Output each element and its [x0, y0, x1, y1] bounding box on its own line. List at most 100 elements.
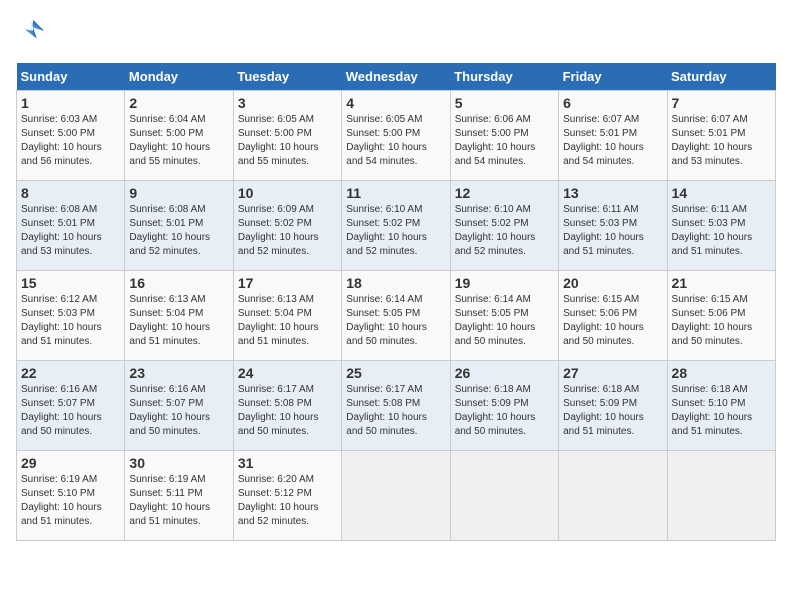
calendar-cell: 17 Sunrise: 6:13 AM Sunset: 5:04 PM Dayl… [233, 271, 341, 361]
day-info: Sunrise: 6:04 AM Sunset: 5:00 PM Dayligh… [129, 113, 228, 169]
day-number: 26 [455, 365, 554, 381]
day-info: Sunrise: 6:16 AM Sunset: 5:07 PM Dayligh… [21, 383, 120, 439]
logo [16, 16, 48, 51]
day-info: Sunrise: 6:18 AM Sunset: 5:10 PM Dayligh… [672, 383, 771, 439]
day-number: 25 [346, 365, 445, 381]
day-info: Sunrise: 6:15 AM Sunset: 5:06 PM Dayligh… [672, 293, 771, 349]
weekday-header: Tuesday [233, 63, 341, 91]
weekday-header: Monday [125, 63, 233, 91]
calendar-cell: 20 Sunrise: 6:15 AM Sunset: 5:06 PM Dayl… [559, 271, 667, 361]
calendar-row: 8 Sunrise: 6:08 AM Sunset: 5:01 PM Dayli… [17, 181, 776, 271]
calendar-cell: 31 Sunrise: 6:20 AM Sunset: 5:12 PM Dayl… [233, 451, 341, 541]
day-info: Sunrise: 6:14 AM Sunset: 5:05 PM Dayligh… [346, 293, 445, 349]
day-number: 13 [563, 185, 662, 201]
calendar-cell: 4 Sunrise: 6:05 AM Sunset: 5:00 PM Dayli… [342, 91, 450, 181]
day-number: 21 [672, 275, 771, 291]
day-info: Sunrise: 6:19 AM Sunset: 5:10 PM Dayligh… [21, 473, 120, 529]
calendar-cell: 11 Sunrise: 6:10 AM Sunset: 5:02 PM Dayl… [342, 181, 450, 271]
weekday-header: Saturday [667, 63, 775, 91]
calendar-cell: 16 Sunrise: 6:13 AM Sunset: 5:04 PM Dayl… [125, 271, 233, 361]
calendar-cell: 19 Sunrise: 6:14 AM Sunset: 5:05 PM Dayl… [450, 271, 558, 361]
day-number: 23 [129, 365, 228, 381]
calendar-table: SundayMondayTuesdayWednesdayThursdayFrid… [16, 63, 776, 541]
day-number: 2 [129, 95, 228, 111]
calendar-cell: 24 Sunrise: 6:17 AM Sunset: 5:08 PM Dayl… [233, 361, 341, 451]
calendar-cell: 3 Sunrise: 6:05 AM Sunset: 5:00 PM Dayli… [233, 91, 341, 181]
day-number: 7 [672, 95, 771, 111]
day-info: Sunrise: 6:13 AM Sunset: 5:04 PM Dayligh… [129, 293, 228, 349]
day-info: Sunrise: 6:05 AM Sunset: 5:00 PM Dayligh… [238, 113, 337, 169]
day-number: 12 [455, 185, 554, 201]
calendar-cell: 30 Sunrise: 6:19 AM Sunset: 5:11 PM Dayl… [125, 451, 233, 541]
calendar-cell: 9 Sunrise: 6:08 AM Sunset: 5:01 PM Dayli… [125, 181, 233, 271]
day-info: Sunrise: 6:06 AM Sunset: 5:00 PM Dayligh… [455, 113, 554, 169]
calendar-cell: 23 Sunrise: 6:16 AM Sunset: 5:07 PM Dayl… [125, 361, 233, 451]
page-header [16, 16, 776, 51]
calendar-cell: 10 Sunrise: 6:09 AM Sunset: 5:02 PM Dayl… [233, 181, 341, 271]
calendar-cell: 29 Sunrise: 6:19 AM Sunset: 5:10 PM Dayl… [17, 451, 125, 541]
day-number: 1 [21, 95, 120, 111]
day-info: Sunrise: 6:15 AM Sunset: 5:06 PM Dayligh… [563, 293, 662, 349]
calendar-cell: 2 Sunrise: 6:04 AM Sunset: 5:00 PM Dayli… [125, 91, 233, 181]
day-info: Sunrise: 6:07 AM Sunset: 5:01 PM Dayligh… [563, 113, 662, 169]
day-info: Sunrise: 6:03 AM Sunset: 5:00 PM Dayligh… [21, 113, 120, 169]
calendar-body: 1 Sunrise: 6:03 AM Sunset: 5:00 PM Dayli… [17, 91, 776, 541]
calendar-header: SundayMondayTuesdayWednesdayThursdayFrid… [17, 63, 776, 91]
calendar-cell [559, 451, 667, 541]
calendar-row: 15 Sunrise: 6:12 AM Sunset: 5:03 PM Dayl… [17, 271, 776, 361]
day-info: Sunrise: 6:05 AM Sunset: 5:00 PM Dayligh… [346, 113, 445, 169]
day-number: 30 [129, 455, 228, 471]
calendar-cell: 14 Sunrise: 6:11 AM Sunset: 5:03 PM Dayl… [667, 181, 775, 271]
calendar-cell: 28 Sunrise: 6:18 AM Sunset: 5:10 PM Dayl… [667, 361, 775, 451]
day-info: Sunrise: 6:08 AM Sunset: 5:01 PM Dayligh… [129, 203, 228, 259]
calendar-cell: 27 Sunrise: 6:18 AM Sunset: 5:09 PM Dayl… [559, 361, 667, 451]
calendar-cell: 18 Sunrise: 6:14 AM Sunset: 5:05 PM Dayl… [342, 271, 450, 361]
logo-icon [18, 16, 48, 46]
calendar-row: 22 Sunrise: 6:16 AM Sunset: 5:07 PM Dayl… [17, 361, 776, 451]
day-number: 15 [21, 275, 120, 291]
day-number: 27 [563, 365, 662, 381]
day-number: 11 [346, 185, 445, 201]
calendar-cell: 6 Sunrise: 6:07 AM Sunset: 5:01 PM Dayli… [559, 91, 667, 181]
day-info: Sunrise: 6:18 AM Sunset: 5:09 PM Dayligh… [455, 383, 554, 439]
day-number: 31 [238, 455, 337, 471]
day-number: 22 [21, 365, 120, 381]
day-number: 9 [129, 185, 228, 201]
day-number: 5 [455, 95, 554, 111]
calendar-cell: 26 Sunrise: 6:18 AM Sunset: 5:09 PM Dayl… [450, 361, 558, 451]
header-row: SundayMondayTuesdayWednesdayThursdayFrid… [17, 63, 776, 91]
day-number: 14 [672, 185, 771, 201]
calendar-cell: 12 Sunrise: 6:10 AM Sunset: 5:02 PM Dayl… [450, 181, 558, 271]
calendar-cell: 5 Sunrise: 6:06 AM Sunset: 5:00 PM Dayli… [450, 91, 558, 181]
day-info: Sunrise: 6:14 AM Sunset: 5:05 PM Dayligh… [455, 293, 554, 349]
calendar-cell: 7 Sunrise: 6:07 AM Sunset: 5:01 PM Dayli… [667, 91, 775, 181]
day-number: 24 [238, 365, 337, 381]
day-info: Sunrise: 6:12 AM Sunset: 5:03 PM Dayligh… [21, 293, 120, 349]
day-number: 29 [21, 455, 120, 471]
day-info: Sunrise: 6:16 AM Sunset: 5:07 PM Dayligh… [129, 383, 228, 439]
calendar-cell: 13 Sunrise: 6:11 AM Sunset: 5:03 PM Dayl… [559, 181, 667, 271]
day-info: Sunrise: 6:17 AM Sunset: 5:08 PM Dayligh… [346, 383, 445, 439]
day-number: 18 [346, 275, 445, 291]
calendar-cell: 22 Sunrise: 6:16 AM Sunset: 5:07 PM Dayl… [17, 361, 125, 451]
day-info: Sunrise: 6:07 AM Sunset: 5:01 PM Dayligh… [672, 113, 771, 169]
calendar-cell: 1 Sunrise: 6:03 AM Sunset: 5:00 PM Dayli… [17, 91, 125, 181]
day-info: Sunrise: 6:11 AM Sunset: 5:03 PM Dayligh… [672, 203, 771, 259]
day-number: 4 [346, 95, 445, 111]
day-info: Sunrise: 6:20 AM Sunset: 5:12 PM Dayligh… [238, 473, 337, 529]
calendar-row: 1 Sunrise: 6:03 AM Sunset: 5:00 PM Dayli… [17, 91, 776, 181]
calendar-cell: 8 Sunrise: 6:08 AM Sunset: 5:01 PM Dayli… [17, 181, 125, 271]
day-number: 20 [563, 275, 662, 291]
calendar-cell [342, 451, 450, 541]
day-number: 8 [21, 185, 120, 201]
weekday-header: Wednesday [342, 63, 450, 91]
calendar-cell [667, 451, 775, 541]
calendar-cell: 25 Sunrise: 6:17 AM Sunset: 5:08 PM Dayl… [342, 361, 450, 451]
day-info: Sunrise: 6:19 AM Sunset: 5:11 PM Dayligh… [129, 473, 228, 529]
day-info: Sunrise: 6:10 AM Sunset: 5:02 PM Dayligh… [346, 203, 445, 259]
weekday-header: Sunday [17, 63, 125, 91]
calendar-row: 29 Sunrise: 6:19 AM Sunset: 5:10 PM Dayl… [17, 451, 776, 541]
day-info: Sunrise: 6:10 AM Sunset: 5:02 PM Dayligh… [455, 203, 554, 259]
day-info: Sunrise: 6:18 AM Sunset: 5:09 PM Dayligh… [563, 383, 662, 439]
day-info: Sunrise: 6:11 AM Sunset: 5:03 PM Dayligh… [563, 203, 662, 259]
